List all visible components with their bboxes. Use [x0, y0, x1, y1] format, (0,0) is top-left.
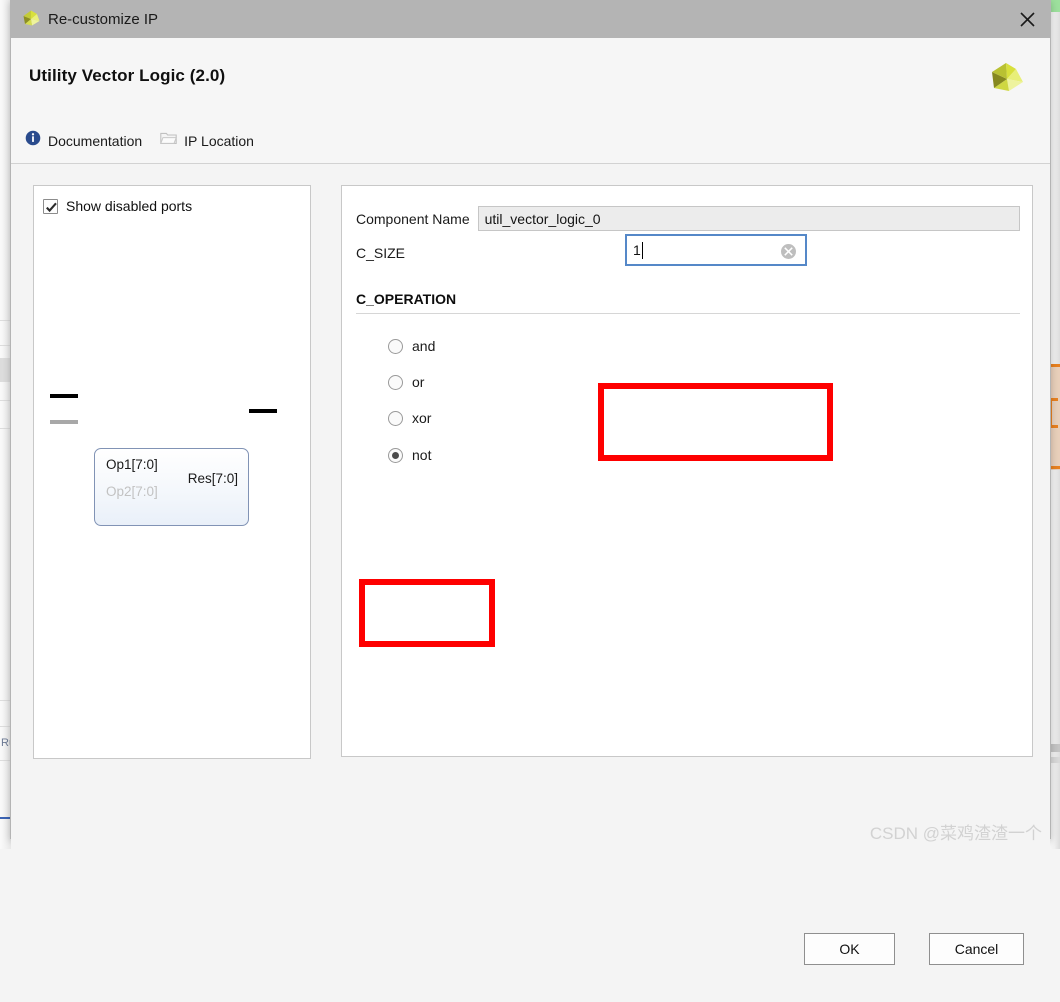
- page-title: Utility Vector Logic (2.0): [29, 66, 226, 85]
- ip-location-link[interactable]: IP Location: [160, 131, 254, 150]
- port-label-op1: Op1[7:0]: [106, 457, 158, 472]
- c-size-label: C_SIZE: [356, 245, 406, 261]
- input-pin-op2: [50, 420, 78, 424]
- c-operation-label: C_OPERATION: [356, 291, 457, 307]
- radio-option-or[interactable]: or: [388, 374, 424, 390]
- c-size-input-wrapper[interactable]: [625, 234, 807, 266]
- port-label-res: Res[7:0]: [187, 471, 238, 486]
- ip-config-panel: Component Name util_vector_logic_0 C_SIZ…: [341, 185, 1033, 757]
- text-caret: [642, 242, 643, 259]
- component-name-label: Component Name: [356, 210, 470, 227]
- dialog-footer: OK Cancel: [11, 924, 1050, 1002]
- xilinx-logo-icon: [20, 8, 42, 30]
- watermark-text: CSDN @菜鸡渣渣一个: [869, 824, 1042, 843]
- component-name-row: Component Name util_vector_logic_0: [356, 206, 1020, 231]
- folder-icon: [160, 131, 178, 150]
- show-disabled-ports-label: Show disabled ports: [66, 198, 193, 214]
- ip-symbol-panel: Show disabled ports Op1[7:0] Op2[7:0] Re…: [33, 185, 311, 759]
- close-icon[interactable]: [1004, 0, 1050, 38]
- radio-option-xor[interactable]: xor: [388, 410, 431, 426]
- recustomize-ip-dialog: Re-customize IP Utility Vector Logic (2.…: [10, 0, 1051, 1002]
- output-pin-res: [249, 409, 277, 413]
- info-icon: [25, 130, 41, 151]
- radio-circle: [388, 338, 403, 354]
- radio-circle: [388, 410, 403, 426]
- radio-circle: [388, 374, 403, 390]
- cancel-button[interactable]: Cancel: [929, 933, 1024, 965]
- ip-location-link-label: IP Location: [184, 132, 254, 149]
- ok-button[interactable]: OK: [804, 933, 895, 965]
- documentation-link-label: Documentation: [48, 132, 143, 149]
- header-links: Documentation IP Location: [25, 130, 254, 151]
- section-divider: [356, 313, 1020, 314]
- dialog-body: Show disabled ports Op1[7:0] Op2[7:0] Re…: [11, 164, 1050, 1002]
- desktop-background: Ru Re-customize IP Utility Vector Logic …: [0, 0, 1060, 1002]
- background-left-accent: [0, 817, 10, 819]
- radio-label-not: not: [412, 447, 432, 463]
- radio-label-xor: xor: [412, 410, 432, 426]
- radio-option-not[interactable]: not: [388, 447, 431, 463]
- radio-circle-selected: [388, 447, 403, 463]
- ip-symbol-block: Op1[7:0] Op2[7:0] Res[7:0]: [94, 448, 249, 526]
- radio-label-and: and: [412, 338, 436, 354]
- checkbox-box: [43, 198, 58, 214]
- documentation-link[interactable]: Documentation: [25, 130, 142, 151]
- xilinx-logo-icon: [986, 58, 1028, 100]
- dialog-header: Utility Vector Logic (2.0) Documentation…: [11, 38, 1050, 164]
- radio-label-or: or: [412, 374, 425, 390]
- clear-circle-icon[interactable]: [781, 244, 796, 259]
- c-size-input[interactable]: [627, 236, 775, 264]
- show-disabled-ports-checkbox[interactable]: Show disabled ports: [43, 198, 192, 214]
- component-name-field[interactable]: util_vector_logic_0: [477, 206, 1020, 231]
- radio-option-and[interactable]: and: [388, 338, 435, 354]
- dialog-titlebar[interactable]: Re-customize IP: [11, 0, 1050, 38]
- dialog-title: Re-customize IP: [48, 10, 159, 28]
- input-pin-op1: [50, 394, 78, 398]
- port-label-op2: Op2[7:0]: [106, 484, 158, 499]
